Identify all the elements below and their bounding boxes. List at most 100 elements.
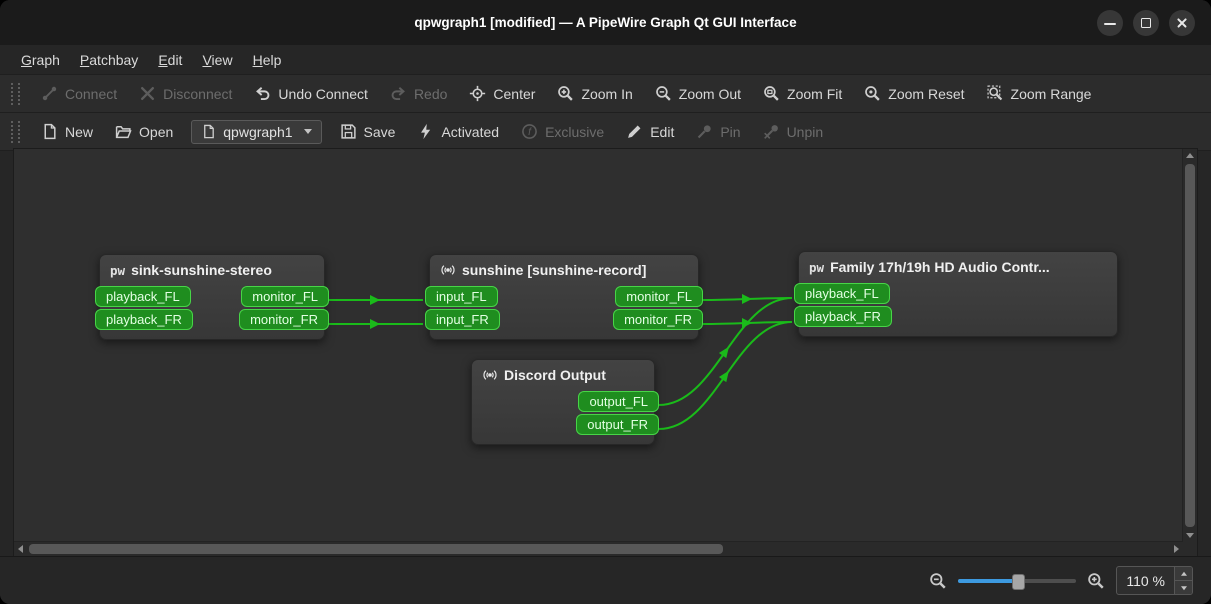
graph-toolbar: Connect Disconnect Undo Connect Redo Cen… — [0, 75, 1211, 113]
disconnect-icon — [139, 85, 156, 102]
spin-buttons — [1174, 567, 1192, 594]
disconnect-label: Disconnect — [163, 86, 232, 102]
window-title: qpwgraph1 [modified] — A PipeWire Graph … — [414, 15, 796, 30]
close-button[interactable] — [1169, 10, 1195, 36]
zoom-slider[interactable] — [958, 571, 1076, 590]
horizontal-scroll-thumb[interactable] — [29, 544, 723, 554]
edit-button[interactable]: Edit — [616, 118, 684, 145]
save-icon — [340, 123, 357, 140]
menu-graph-label: Graph — [21, 52, 60, 68]
activated-button[interactable]: Activated — [407, 118, 509, 145]
horizontal-scrollbar[interactable] — [14, 541, 1183, 556]
wire-sunshine-fr-to-family — [703, 322, 792, 324]
new-button[interactable]: New — [31, 118, 103, 145]
zoom-reset-button[interactable]: Zoom Reset — [854, 80, 974, 107]
scroll-left-arrow[interactable] — [14, 542, 28, 556]
scrollbar-corner — [1183, 542, 1197, 556]
pin-button[interactable]: Pin — [686, 118, 750, 145]
port-playback-fr[interactable]: playback_FR — [794, 306, 892, 327]
center-icon — [469, 85, 486, 102]
zoom-out-button[interactable]: Zoom Out — [645, 80, 751, 107]
save-button[interactable]: Save — [330, 118, 406, 145]
zoom-reset-icon — [864, 85, 881, 102]
unpin-label: Unpin — [787, 124, 824, 140]
node-title-text: Discord Output — [504, 367, 606, 383]
menu-patchbay[interactable]: Patchbay — [71, 49, 147, 71]
exclusive-icon — [521, 123, 538, 140]
title-bar[interactable]: qpwgraph1 [modified] — A PipeWire Graph … — [0, 0, 1211, 45]
zoom-spinbox[interactable]: 110 % — [1116, 566, 1193, 595]
menu-graph[interactable]: Graph — [12, 49, 69, 71]
menu-help[interactable]: Help — [244, 49, 291, 71]
vertical-scrollbar[interactable] — [1182, 149, 1197, 542]
connection-wires — [14, 149, 1183, 542]
wire-arrow — [370, 295, 380, 305]
port-playback-fl[interactable]: playback_FL — [794, 283, 890, 304]
node-title[interactable]: sunshine [sunshine-record] — [430, 260, 698, 284]
unpin-icon — [763, 123, 780, 140]
graph-area[interactable]: pw sink-sunshine-stereo playback_FL moni… — [14, 149, 1183, 542]
disconnect-button[interactable]: Disconnect — [129, 80, 242, 107]
menu-edit-label: Edit — [158, 52, 182, 68]
center-button[interactable]: Center — [459, 80, 545, 107]
node-sunshine-record[interactable]: sunshine [sunshine-record] input_FL moni… — [429, 254, 699, 340]
minimize-button[interactable] — [1097, 10, 1123, 36]
vertical-scroll-thumb[interactable] — [1185, 164, 1195, 527]
node-sink-sunshine-stereo[interactable]: pw sink-sunshine-stereo playback_FL moni… — [99, 254, 325, 340]
graph-canvas[interactable]: pw sink-sunshine-stereo playback_FL moni… — [13, 148, 1198, 557]
zoom-fit-button[interactable]: Zoom Fit — [753, 80, 852, 107]
node-title[interactable]: pw sink-sunshine-stereo — [100, 260, 324, 284]
menu-view-label: View — [202, 52, 232, 68]
port-playback-fl[interactable]: playback_FL — [95, 286, 191, 307]
scroll-right-arrow[interactable] — [1169, 542, 1183, 556]
pin-label: Pin — [720, 124, 740, 140]
exclusive-button[interactable]: Exclusive — [511, 118, 614, 145]
undo-connect-button[interactable]: Undo Connect — [244, 80, 378, 107]
new-label: New — [65, 124, 93, 140]
menu-patchbay-label: Patchbay — [80, 52, 138, 68]
node-title-text: sunshine [sunshine-record] — [462, 262, 646, 278]
wire-arrow — [742, 294, 752, 304]
connect-icon — [41, 85, 58, 102]
node-discord-output[interactable]: Discord Output output_FL output_FR — [471, 359, 655, 445]
pipewire-icon: pw — [809, 260, 824, 275]
port-output-fr[interactable]: output_FR — [576, 414, 659, 435]
window-controls — [1097, 10, 1195, 36]
menu-help-label: Help — [253, 52, 282, 68]
zoom-in-icon[interactable] — [1087, 572, 1105, 590]
zoom-out-icon — [655, 85, 672, 102]
menu-view[interactable]: View — [193, 49, 241, 71]
port-input-fr[interactable]: input_FR — [425, 309, 500, 330]
wire-arrow — [719, 368, 733, 382]
toolbar-drag-handle[interactable] — [11, 83, 20, 105]
scroll-up-arrow[interactable] — [1183, 149, 1197, 163]
node-family-hd-audio[interactable]: pw Family 17h/19h HD Audio Contr... play… — [798, 251, 1118, 337]
port-output-fl[interactable]: output_FL — [578, 391, 659, 412]
port-input-fl[interactable]: input_FL — [425, 286, 498, 307]
toolbar-drag-handle[interactable] — [11, 121, 20, 143]
zoom-slider-handle[interactable] — [1012, 574, 1025, 590]
redo-button[interactable]: Redo — [380, 80, 457, 107]
port-monitor-fr[interactable]: monitor_FR — [239, 309, 329, 330]
connect-button[interactable]: Connect — [31, 80, 127, 107]
zoom-range-button[interactable]: Zoom Range — [977, 80, 1102, 107]
zoom-in-button[interactable]: Zoom In — [547, 80, 642, 107]
open-button[interactable]: Open — [105, 118, 183, 145]
port-monitor-fr[interactable]: monitor_FR — [613, 309, 703, 330]
maximize-button[interactable] — [1133, 10, 1159, 36]
spin-down-button[interactable] — [1175, 581, 1192, 594]
session-combo[interactable]: qpwgraph1 — [191, 120, 321, 144]
scroll-down-arrow[interactable] — [1183, 528, 1197, 542]
unpin-button[interactable]: Unpin — [753, 118, 834, 145]
port-playback-fr[interactable]: playback_FR — [95, 309, 193, 330]
zoom-value: 110 % — [1117, 567, 1174, 594]
zoom-out-icon[interactable] — [929, 572, 947, 590]
node-title[interactable]: Discord Output — [472, 365, 654, 389]
node-title-text: sink-sunshine-stereo — [131, 262, 272, 278]
node-title[interactable]: pw Family 17h/19h HD Audio Contr... — [799, 257, 1117, 281]
menu-edit[interactable]: Edit — [149, 49, 191, 71]
port-monitor-fl[interactable]: monitor_FL — [241, 286, 329, 307]
zoom-in-icon — [557, 85, 574, 102]
spin-up-button[interactable] — [1175, 567, 1192, 581]
port-monitor-fl[interactable]: monitor_FL — [615, 286, 703, 307]
